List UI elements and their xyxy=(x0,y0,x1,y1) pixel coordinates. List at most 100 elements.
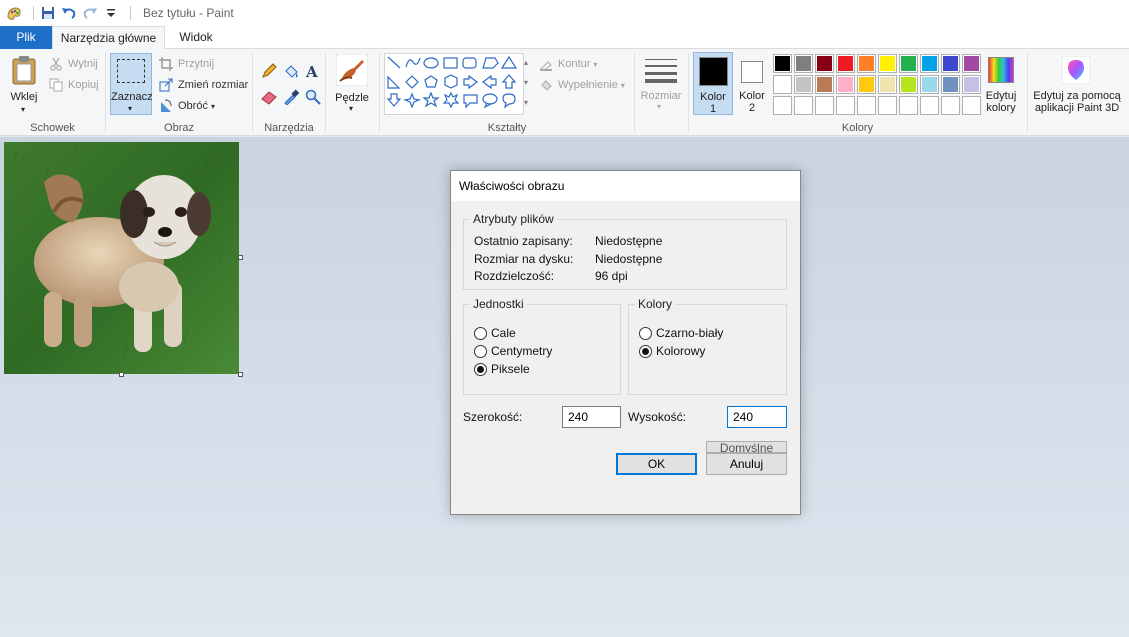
paste-button[interactable]: Wklej ▾ xyxy=(6,53,42,115)
cancel-button[interactable]: Anuluj xyxy=(706,453,787,475)
empty-color-swatch[interactable] xyxy=(962,96,981,115)
radio-indicator xyxy=(639,344,652,358)
text-icon[interactable]: A xyxy=(305,63,321,79)
colors-group-label: Kolory xyxy=(841,122,874,134)
shapes-gallery[interactable] xyxy=(384,53,524,115)
color-swatch[interactable] xyxy=(941,75,960,94)
divider xyxy=(325,53,326,133)
rotate-button[interactable]: Obróć ▾ xyxy=(158,98,215,114)
color-swatch[interactable] xyxy=(815,75,834,94)
resize-handle-right[interactable] xyxy=(238,255,243,260)
swatch-fill xyxy=(922,98,937,113)
customize-toolbar-icon[interactable] xyxy=(103,5,119,21)
save-icon[interactable] xyxy=(40,5,56,21)
outline-button[interactable]: Kontur ▾ xyxy=(538,56,597,72)
color-swatch[interactable] xyxy=(836,54,855,73)
file-attributes-group: Atrybuty plików Ostatnio zapisany: Niedo… xyxy=(463,212,787,290)
fill-bucket-icon[interactable] xyxy=(283,63,299,79)
color1-button[interactable]: Kolor 1 xyxy=(693,52,733,115)
size-button[interactable]: Rozmiar ▾ xyxy=(638,54,684,116)
color-swatch[interactable] xyxy=(878,75,897,94)
empty-color-swatch[interactable] xyxy=(920,96,939,115)
crop-button[interactable]: Przytnij xyxy=(158,56,214,72)
color-swatch[interactable] xyxy=(962,75,981,94)
width-field[interactable]: 240 xyxy=(562,406,621,428)
edit-colors-button[interactable]: Edytuj kolory xyxy=(982,54,1020,116)
image-properties-dialog: Właściwości obrazu Atrybuty plików Ostat… xyxy=(450,170,801,515)
swatch-fill xyxy=(775,77,790,92)
copy-button[interactable]: Kopiuj xyxy=(48,77,99,93)
color-swatch[interactable] xyxy=(815,54,834,73)
color-swatch[interactable] xyxy=(920,75,939,94)
empty-color-swatch[interactable] xyxy=(773,96,792,115)
empty-color-swatch[interactable] xyxy=(794,96,813,115)
color-swatch[interactable] xyxy=(857,75,876,94)
empty-color-swatch[interactable] xyxy=(941,96,960,115)
swatch-fill xyxy=(964,77,979,92)
resize-handle-corner[interactable] xyxy=(238,372,243,377)
colors-bw-radio[interactable]: Czarno-biały xyxy=(639,326,723,340)
divider xyxy=(33,6,34,20)
ribbon: Wklej ▾ Wytnij Kopiuj Schowek Zaznacz ▾ … xyxy=(0,49,1129,136)
empty-color-swatch[interactable] xyxy=(878,96,897,115)
color-spectrum-icon xyxy=(988,57,1014,83)
select-label: Zaznacz xyxy=(111,91,153,103)
empty-color-swatch[interactable] xyxy=(857,96,876,115)
rotate-icon xyxy=(158,98,174,114)
tab-file[interactable]: Plik xyxy=(0,26,52,49)
colors-legend: Kolory xyxy=(635,297,676,311)
color-picker-icon[interactable] xyxy=(283,89,299,105)
magnifier-icon[interactable] xyxy=(305,89,321,105)
pencil-icon[interactable] xyxy=(261,63,277,79)
tab-home[interactable]: Narzędzia główne xyxy=(52,26,165,50)
units-inches-radio[interactable]: Cale xyxy=(474,326,516,340)
tab-view[interactable]: Widok xyxy=(165,26,227,49)
color-swatch[interactable] xyxy=(794,54,813,73)
color-swatch[interactable] xyxy=(773,54,792,73)
units-pixels-radio[interactable]: Piksele xyxy=(474,362,530,376)
color-swatch[interactable] xyxy=(899,54,918,73)
swatch-fill xyxy=(901,98,916,113)
fill-button[interactable]: Wypełnienie ▾ xyxy=(538,77,625,93)
default-button[interactable]: Domyślne xyxy=(706,441,787,453)
disk-size-label: Rozmiar na dysku: xyxy=(474,252,574,266)
canvas-image[interactable] xyxy=(4,142,239,374)
color1-number: 1 xyxy=(709,103,717,115)
color-swatch[interactable] xyxy=(857,54,876,73)
swatch-fill xyxy=(838,77,853,92)
rotate-label: Obróć xyxy=(178,100,208,112)
color2-number: 2 xyxy=(748,102,756,114)
radio-indicator xyxy=(474,362,487,376)
colors-color-radio[interactable]: Kolorowy xyxy=(639,344,705,358)
swatch-fill xyxy=(964,98,979,113)
color-swatch[interactable] xyxy=(941,54,960,73)
empty-color-swatch[interactable] xyxy=(836,96,855,115)
eraser-icon[interactable] xyxy=(261,89,277,105)
swatch-fill xyxy=(775,98,790,113)
color-swatch[interactable] xyxy=(899,75,918,94)
shapes-scroll[interactable]: ▴ ▾ ▾ xyxy=(520,53,532,115)
edit-paint3d-button[interactable]: Edytuj za pomocą aplikacji Paint 3D xyxy=(1030,54,1124,116)
color-swatch[interactable] xyxy=(794,75,813,94)
cut-button[interactable]: Wytnij xyxy=(48,56,98,72)
color-swatch[interactable] xyxy=(773,75,792,94)
color-swatch[interactable] xyxy=(920,54,939,73)
undo-icon[interactable] xyxy=(61,5,77,21)
select-button[interactable]: Zaznacz ▾ xyxy=(110,53,153,115)
redo-icon[interactable] xyxy=(82,5,98,21)
resize-button[interactable]: Zmień rozmiar xyxy=(158,77,248,93)
color-swatch[interactable] xyxy=(836,75,855,94)
ok-button[interactable]: OK xyxy=(616,453,697,475)
paint-app-icon[interactable] xyxy=(6,5,22,21)
color2-button[interactable]: Kolor 2 xyxy=(735,52,769,115)
brushes-button[interactable]: Pędzle ▾ xyxy=(331,54,373,116)
color-swatch[interactable] xyxy=(962,54,981,73)
empty-color-swatch[interactable] xyxy=(899,96,918,115)
units-cm-radio[interactable]: Centymetry xyxy=(474,344,552,358)
empty-color-swatch[interactable] xyxy=(815,96,834,115)
color-swatch[interactable] xyxy=(878,54,897,73)
resize-handle-bottom[interactable] xyxy=(119,372,124,377)
height-field[interactable]: 240 xyxy=(727,406,787,428)
swatch-fill xyxy=(817,56,832,71)
scissors-icon xyxy=(48,56,64,72)
